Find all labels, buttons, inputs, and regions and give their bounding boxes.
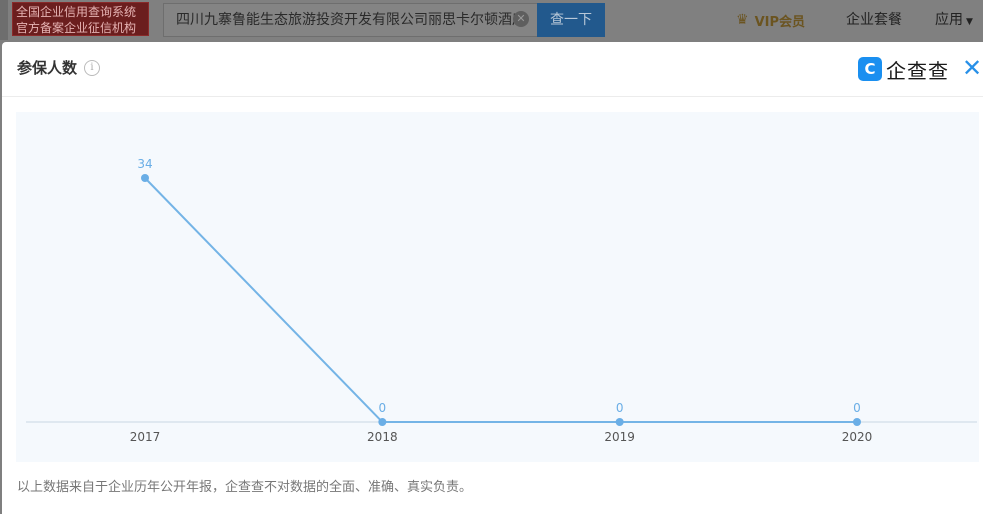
qichacha-logo: C 企查查 [858,55,949,83]
data-point [141,174,149,182]
brand-badge[interactable]: 全国企业信用查询系统 官方备案企业征信机构 [12,2,149,36]
nav-package-link[interactable]: 企业套餐 [846,10,902,30]
data-label: 34 [137,157,152,171]
brand-line-2: 官方备案企业征信机构 [16,21,137,35]
left-edge-strip [0,0,8,40]
data-point [853,418,861,426]
data-label: 0 [616,401,624,415]
data-label: 0 [379,401,387,415]
x-tick-label: 2018 [367,430,398,444]
vip-link[interactable]: ♛ VIP会员 [736,10,805,30]
data-label: 0 [853,401,861,415]
top-navbar: 全国企业信用查询系统 官方备案企业征信机构 四川九寨鲁能生态旅游投资开发有限公司… [0,0,983,40]
modal-header: 参保人数 i C 企查查 ✕ [2,42,983,97]
search-button[interactable]: 查一下 [537,3,605,37]
series-line [144,177,857,423]
chevron-down-icon: ▼ [966,17,973,27]
chart-svg: 2017 2018 2019 2020 34 0 0 0 [26,157,977,444]
qichacha-logo-icon: C [858,57,882,81]
nav-app-menu[interactable]: 应用 ▼ [935,10,973,32]
close-icon[interactable]: ✕ [960,54,983,82]
x-tick-label: 2019 [604,430,635,444]
brand-line-1: 全国企业信用查询系统 [16,5,137,19]
insured-count-modal: 参保人数 i C 企查查 ✕ 2017 2018 2019 2020 34 0 0 0 以上数… [2,42,983,514]
x-tick-label: 2017 [130,430,161,444]
nav-app-label: 应用 [935,12,963,28]
line-chart: 2017 2018 2019 2020 34 0 0 0 [16,112,979,462]
search-input[interactable]: 四川九寨鲁能生态旅游投资开发有限公司丽思卡尔顿酒店 [163,3,537,37]
vip-label: VIP会员 [754,14,805,30]
logo-text: 企查查 [886,58,949,83]
data-point [378,418,387,426]
crown-icon: ♛ [736,12,749,28]
modal-title: 参保人数 [17,59,78,77]
data-source-footnote: 以上数据来自于企业历年公开年报，企查查不对数据的全面、准确、真实负责。 [17,480,473,495]
info-icon[interactable]: i [84,60,100,76]
clear-icon[interactable]: ✕ [513,11,529,27]
data-point [615,418,624,426]
x-tick-label: 2020 [842,430,873,444]
